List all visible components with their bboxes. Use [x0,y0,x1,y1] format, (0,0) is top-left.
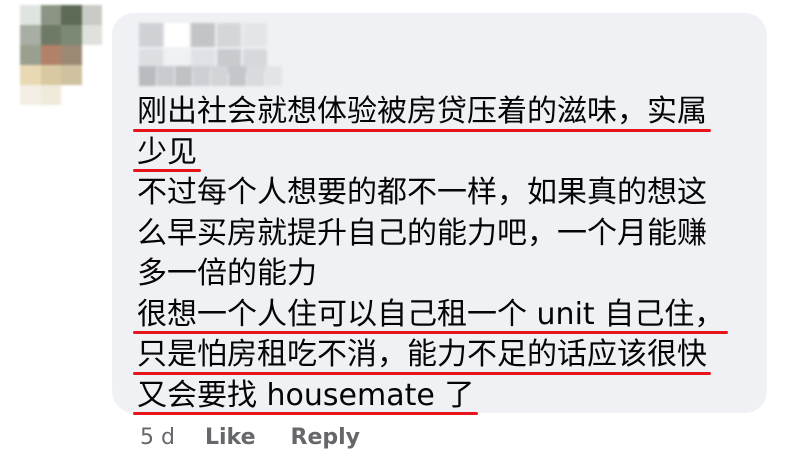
redacted-pixel [191,23,215,47]
avatar-pixel [20,65,41,85]
avatar-pixel [20,5,41,25]
avatar-pixel [61,25,82,45]
avatar-pixel [81,25,102,45]
comment-line: 又会要找 housemate 了 [132,376,747,417]
reply-button[interactable]: Reply [291,425,361,450]
comment-line: 刚出社会就想体验被房贷压着的滋味，实属 [133,92,747,133]
avatar-pixel [20,85,41,105]
plain-text: 么早买房就提升自己的能力吧，一个月能赚 [137,215,707,251]
underlined-text: 很想一个人住可以自己租一个 unit 自己住， [132,295,729,336]
avatar-pixel [61,65,82,85]
avatar-pixel [40,5,61,25]
redacted-pixel [243,23,267,47]
redacted-pixel [139,66,156,86]
redacted-pixel [165,23,189,47]
comment-line: 多一倍的能力 [137,254,747,295]
avatar-pixel [20,45,41,65]
comment-line: 只是怕房租吃不消，能力不足的话应该很快 [133,335,747,376]
avatar-pixel [81,85,102,105]
underlined-text: 刚出社会就想体验被房贷压着的滋味，实属 [133,92,711,133]
comment-line: 少见 [133,133,747,174]
avatar-pixel [40,85,61,105]
comment-actions: 5 d Like Reply [140,425,395,450]
comment-line: 么早买房就提升自己的能力吧，一个月能赚 [137,214,747,255]
redacted-pixel [247,66,264,86]
comment-line: 很想一个人住可以自己租一个 unit 自己住， [132,295,747,336]
redacted-pixel [269,23,293,47]
comment-timestamp[interactable]: 5 d [140,425,175,450]
underlined-text: 只是怕房租吃不消，能力不足的话应该很快 [133,335,711,376]
underlined-text: 少见 [133,133,201,174]
comment-line: 不过每个人想要的都不一样，如果真的想这 [137,173,747,214]
redacted-pixel [229,66,246,86]
redacted-pixel [217,23,241,47]
avatar-pixel [81,65,102,85]
redacted-pixel [157,66,174,86]
author-subtitle-redacted [139,66,282,86]
comment-text: 刚出社会就想体验被房贷压着的滋味，实属 少见 不过每个人想要的都不一样，如果真的… [132,92,747,417]
redacted-pixel [175,66,192,86]
avatar-pixel [61,85,82,105]
avatar-pixel [61,5,82,25]
avatar-pixel [40,45,61,65]
underlined-text: 又会要找 housemate 了 [132,376,479,417]
avatar-pixel [40,25,61,45]
plain-text: 不过每个人想要的都不一样，如果真的想这 [137,175,707,210]
redacted-pixel [193,66,210,86]
redacted-pixel [139,23,163,47]
plain-text: 多一倍的能力 [137,256,317,291]
like-button[interactable]: Like [205,425,256,450]
redacted-pixel [211,66,228,86]
avatar-pixel [61,45,82,65]
avatar-pixel [81,45,102,65]
avatar-pixel [40,65,61,85]
commenter-avatar[interactable] [20,5,102,105]
avatar-pixel [20,25,41,45]
avatar-pixel [81,5,102,25]
redacted-pixel [265,66,282,86]
